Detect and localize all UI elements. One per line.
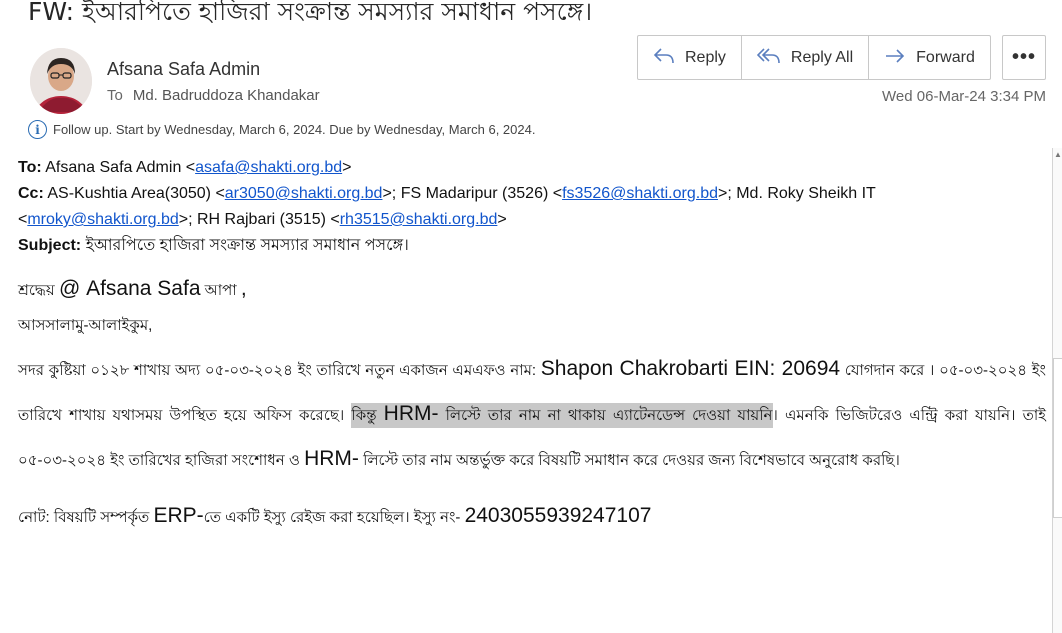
info-icon: i — [28, 120, 47, 139]
cc-text-1: AS-Kushtia Area(3050) < — [43, 185, 225, 202]
fwd-subject-label: Subject: — [18, 237, 82, 254]
greeting-line: শ্রদ্ধেয় @ Afsana Safa আপা , — [18, 277, 1046, 304]
recipient-line: To Md. Badruddoza Khandakar — [107, 87, 320, 104]
cc-email-link-1[interactable]: ar3050@shakti.org.bd — [225, 185, 383, 202]
forward-label: Forward — [916, 48, 975, 66]
cc-text-2: >; FS Madaripur (3526) < — [382, 185, 563, 202]
message-paragraph: সদর কুষ্টিয়া ০১২৮ শাখায় অদ্য ০৫-০৩-২০২… — [18, 347, 1046, 482]
cc-text-4: < — [18, 211, 28, 228]
issue-number: 2403055939247107 — [464, 504, 652, 527]
reply-label: Reply — [685, 48, 726, 66]
hl-text-2: লিস্টে তার নাম না থাকায় এ্যাটেনডেন্স দে… — [438, 407, 773, 424]
greeting-suffix: আপা — [200, 282, 241, 299]
sender-name[interactable]: Afsana Safa Admin — [107, 59, 260, 80]
sent-datetime: Wed 06-Mar-24 3:34 PM — [882, 88, 1046, 105]
reply-all-label: Reply All — [790, 48, 854, 66]
reply-all-button[interactable]: Reply All — [742, 36, 870, 79]
greeting-comma: , — [240, 277, 247, 300]
cc-email-link-3[interactable]: mroky@shakti.org.bd — [27, 211, 178, 228]
reply-button[interactable]: Reply — [638, 36, 742, 79]
message-subject: FW: ইআরপিতে হাজিরা সংক্রান্ত সমস্যার সমা… — [28, 0, 593, 26]
fwd-subject-line: Subject: ইআরপিতে হাজিরা সংক্রান্ত সমস্যা… — [18, 233, 1046, 259]
forward-button[interactable]: Forward — [869, 36, 990, 79]
more-icon[interactable]: ••• — [1002, 35, 1046, 80]
fwd-cc-label: Cc: — [18, 185, 44, 202]
para-text-1: সদর কুষ্টিয়া ০১২৮ শাখায় অদ্য ০৫-০৩-২০২… — [18, 362, 541, 379]
cc-email-link-2[interactable]: fs3526@shakti.org.bd — [562, 185, 718, 202]
followup-text: Follow up. Start by Wednesday, March 6, … — [53, 122, 536, 137]
para-text-4: লিস্টে তার নাম অন্তর্ভুক্ত করে বিষয়টি স… — [358, 452, 900, 469]
fwd-to-name: Afsana Safa Admin < — [41, 159, 196, 176]
hl-hrm: HRM- — [383, 402, 439, 425]
sender-avatar[interactable] — [30, 48, 92, 114]
avatar-photo — [30, 48, 92, 114]
salam-line: আসসালামু-আলাইকুম, — [18, 317, 153, 334]
reply-all-icon — [756, 47, 781, 69]
fwd-to-line: To: Afsana Safa Admin <asafa@shakti.org.… — [18, 155, 1046, 181]
note-line: নোট: বিষয়টি সম্পর্কৃত ERP-তে একটি ইস্যু… — [18, 504, 1046, 531]
vertical-scrollbar[interactable]: ▲ — [1052, 148, 1062, 633]
message-body: To: Afsana Safa Admin <asafa@shakti.org.… — [18, 155, 1046, 531]
fwd-cc-line-2: <mroky@shakti.org.bd>; RH Rajbari (3515)… — [18, 207, 1046, 233]
cc-email-link-4[interactable]: rh3515@shakti.org.bd — [340, 211, 498, 228]
cc-text-3: >; Md. Roky Sheikh IT — [717, 185, 876, 202]
hl-text-1: কিন্তু — [351, 407, 384, 424]
note-erp: ERP- — [153, 504, 204, 527]
fwd-to-end: > — [342, 159, 352, 176]
greeting-mention[interactable]: @ Afsana Safa — [59, 277, 201, 300]
fwd-to-email-link[interactable]: asafa@shakti.org.bd — [195, 159, 342, 176]
greeting-text: শ্রদ্ধেয় — [18, 282, 59, 299]
para-hrm: HRM- — [304, 447, 359, 470]
followup-infobar: i Follow up. Start by Wednesday, March 6… — [28, 120, 535, 139]
note-text-2: তে একটি ইস্যু রেইজ করা হয়েছিল। ইস্যু নং… — [203, 509, 465, 526]
message-actions: Reply Reply All Forward — [637, 35, 991, 80]
recipient-name[interactable]: Md. Badruddoza Khandakar — [133, 87, 320, 104]
highlighted-text: কিন্তু HRM- লিস্টে তার নাম না থাকায় এ্য… — [351, 402, 773, 428]
employee-name: Shapon Chakrobarti EIN: 20694 — [540, 357, 841, 380]
scrollbar-thumb[interactable] — [1053, 358, 1062, 518]
forward-icon — [884, 47, 906, 68]
reply-icon — [653, 47, 675, 69]
fwd-subject-text: ইআরপিতে হাজিরা সংক্রান্ত সমস্যার সমাধান … — [81, 237, 409, 254]
to-label: To — [107, 87, 123, 104]
cc-text-5: >; RH Rajbari (3515) < — [178, 211, 340, 228]
note-text-1: নোট: বিষয়টি সম্পর্কৃত — [18, 509, 154, 526]
fwd-to-label: To: — [18, 159, 42, 176]
cc-text-6: > — [497, 211, 507, 228]
fwd-cc-line: Cc: AS-Kushtia Area(3050) <ar3050@shakti… — [18, 181, 1046, 207]
scroll-up-icon[interactable]: ▲ — [1054, 150, 1062, 159]
